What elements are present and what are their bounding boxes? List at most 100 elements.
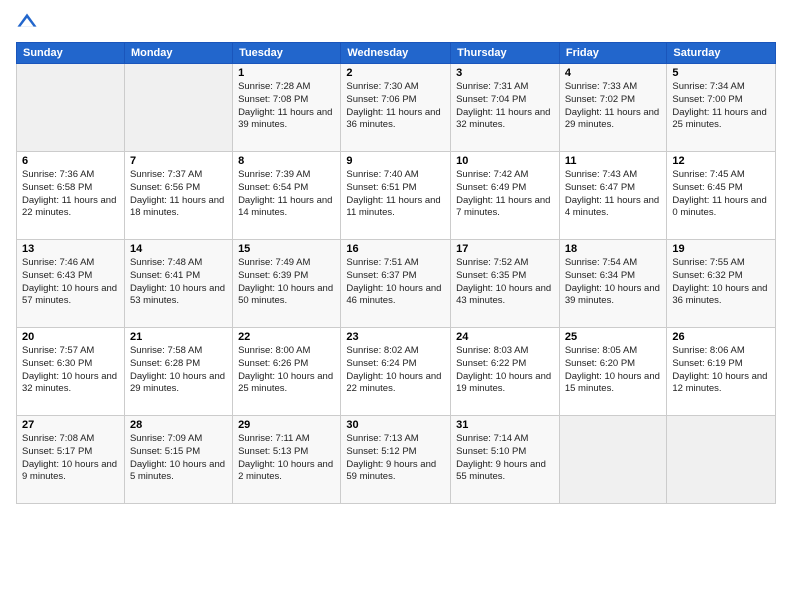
calendar-cell: 27Sunrise: 7:08 AMSunset: 5:17 PMDayligh… — [17, 416, 125, 504]
page: SundayMondayTuesdayWednesdayThursdayFrid… — [0, 0, 792, 612]
calendar-cell: 29 Sunrise: 7:11 AMSunset: 5:13 PMDayligh… — [233, 416, 341, 504]
calendar-cell — [667, 416, 776, 504]
day-number: 18 — [565, 243, 662, 255]
calendar-cell: 8 Sunrise: 7:39 AMSunset: 6:54 PMDaylight… — [233, 152, 341, 240]
weekday-header: Thursday — [451, 43, 560, 64]
calendar-cell: 18 Sunrise: 7:54 AMSunset: 6:34 PMDayligh… — [559, 240, 667, 328]
weekday-header-row: SundayMondayTuesdayWednesdayThursdayFrid… — [17, 43, 776, 64]
day-info: Sunrise: 7:31 AMSunset: 7:04 PMDaylight:… — [456, 81, 554, 132]
day-number: 1 — [238, 67, 335, 79]
day-info: Sunrise: 7:37 AMSunset: 6:56 PMDaylight:… — [130, 169, 227, 220]
weekday-header: Sunday — [17, 43, 125, 64]
calendar-cell: 3Sunrise: 7:31 AMSunset: 7:04 PMDaylight… — [451, 64, 560, 152]
day-number: 6 — [22, 155, 119, 167]
day-info: Sunrise: 7:46 AMSunset: 6:43 PMDaylight:… — [22, 257, 119, 308]
day-number: 22 — [238, 331, 335, 343]
calendar-week-row: 20Sunrise: 7:57 AMSunset: 6:30 PMDayligh… — [17, 328, 776, 416]
day-info: Sunrise: 7:49 AMSunset: 6:39 PMDaylight:… — [238, 257, 335, 308]
day-number: 19 — [672, 243, 770, 255]
calendar-cell — [17, 64, 125, 152]
day-number: 9 — [346, 155, 445, 167]
weekday-header: Wednesday — [341, 43, 451, 64]
weekday-header: Friday — [559, 43, 667, 64]
weekday-header: Monday — [124, 43, 232, 64]
day-info: Sunrise: 7:42 AMSunset: 6:49 PMDaylight:… — [456, 169, 554, 220]
day-info: Sunrise: 7:08 AMSunset: 5:17 PMDaylight:… — [22, 433, 119, 484]
day-info: Sunrise: 7:36 AMSunset: 6:58 PMDaylight:… — [22, 169, 119, 220]
day-number: 13 — [22, 243, 119, 255]
day-info: Sunrise: 7:45 AMSunset: 6:45 PMDaylight:… — [672, 169, 770, 220]
calendar-cell: 19 Sunrise: 7:55 AMSunset: 6:32 PMDayligh… — [667, 240, 776, 328]
day-info: Sunrise: 8:05 AMSunset: 6:20 PMDaylight:… — [565, 345, 662, 396]
day-number: 26 — [672, 331, 770, 343]
day-number: 5 — [672, 67, 770, 79]
calendar-cell: 13 Sunrise: 7:46 AMSunset: 6:43 PMDayligh… — [17, 240, 125, 328]
calendar-cell: 4 Sunrise: 7:33 AMSunset: 7:02 PMDaylight… — [559, 64, 667, 152]
calendar-cell: 12Sunrise: 7:45 AMSunset: 6:45 PMDayligh… — [667, 152, 776, 240]
calendar-cell: 15Sunrise: 7:49 AMSunset: 6:39 PMDayligh… — [233, 240, 341, 328]
logo — [16, 12, 42, 34]
calendar-cell: 16 Sunrise: 7:51 AMSunset: 6:37 PMDayligh… — [341, 240, 451, 328]
calendar-cell: 28Sunrise: 7:09 AMSunset: 5:15 PMDayligh… — [124, 416, 232, 504]
day-number: 23 — [346, 331, 445, 343]
day-number: 31 — [456, 419, 554, 431]
day-info: Sunrise: 7:40 AMSunset: 6:51 PMDaylight:… — [346, 169, 445, 220]
calendar-cell: 11 Sunrise: 7:43 AMSunset: 6:47 PMDayligh… — [559, 152, 667, 240]
day-info: Sunrise: 7:58 AMSunset: 6:28 PMDaylight:… — [130, 345, 227, 396]
calendar-week-row: 27Sunrise: 7:08 AMSunset: 5:17 PMDayligh… — [17, 416, 776, 504]
weekday-header: Saturday — [667, 43, 776, 64]
day-info: Sunrise: 7:39 AMSunset: 6:54 PMDaylight:… — [238, 169, 335, 220]
day-info: Sunrise: 7:57 AMSunset: 6:30 PMDaylight:… — [22, 345, 119, 396]
day-info: Sunrise: 7:13 AMSunset: 5:12 PMDaylight:… — [346, 433, 445, 484]
day-number: 17 — [456, 243, 554, 255]
day-number: 24 — [456, 331, 554, 343]
calendar-cell: 26 Sunrise: 8:06 AMSunset: 6:19 PMDayligh… — [667, 328, 776, 416]
day-info: Sunrise: 7:48 AMSunset: 6:41 PMDaylight:… — [130, 257, 227, 308]
day-info: Sunrise: 8:06 AMSunset: 6:19 PMDaylight:… — [672, 345, 770, 396]
calendar-cell: 31Sunrise: 7:14 AMSunset: 5:10 PMDayligh… — [451, 416, 560, 504]
day-info: Sunrise: 7:11 AMSunset: 5:13 PMDaylight:… — [238, 433, 335, 484]
day-info: Sunrise: 8:02 AMSunset: 6:24 PMDaylight:… — [346, 345, 445, 396]
day-number: 10 — [456, 155, 554, 167]
day-info: Sunrise: 8:03 AMSunset: 6:22 PMDaylight:… — [456, 345, 554, 396]
day-number: 14 — [130, 243, 227, 255]
calendar-cell: 9 Sunrise: 7:40 AMSunset: 6:51 PMDaylight… — [341, 152, 451, 240]
calendar-cell: 24 Sunrise: 8:03 AMSunset: 6:22 PMDayligh… — [451, 328, 560, 416]
calendar-cell: 25 Sunrise: 8:05 AMSunset: 6:20 PMDayligh… — [559, 328, 667, 416]
day-number: 30 — [346, 419, 445, 431]
day-info: Sunrise: 7:09 AMSunset: 5:15 PMDaylight:… — [130, 433, 227, 484]
calendar-cell: 21Sunrise: 7:58 AMSunset: 6:28 PMDayligh… — [124, 328, 232, 416]
day-info: Sunrise: 7:30 AMSunset: 7:06 PMDaylight:… — [346, 81, 445, 132]
calendar-cell: 30 Sunrise: 7:13 AMSunset: 5:12 PMDayligh… — [341, 416, 451, 504]
calendar-cell: 17 Sunrise: 7:52 AMSunset: 6:35 PMDayligh… — [451, 240, 560, 328]
weekday-header: Tuesday — [233, 43, 341, 64]
day-info: Sunrise: 8:00 AMSunset: 6:26 PMDaylight:… — [238, 345, 335, 396]
day-info: Sunrise: 7:33 AMSunset: 7:02 PMDaylight:… — [565, 81, 662, 132]
day-info: Sunrise: 7:43 AMSunset: 6:47 PMDaylight:… — [565, 169, 662, 220]
day-number: 16 — [346, 243, 445, 255]
header — [16, 12, 776, 34]
calendar-cell: 10 Sunrise: 7:42 AMSunset: 6:49 PMDayligh… — [451, 152, 560, 240]
calendar-cell — [559, 416, 667, 504]
calendar-cell: 20Sunrise: 7:57 AMSunset: 6:30 PMDayligh… — [17, 328, 125, 416]
calendar: SundayMondayTuesdayWednesdayThursdayFrid… — [16, 42, 776, 504]
day-number: 29 — [238, 419, 335, 431]
calendar-cell: 23 Sunrise: 8:02 AMSunset: 6:24 PMDayligh… — [341, 328, 451, 416]
calendar-cell: 14 Sunrise: 7:48 AMSunset: 6:41 PMDayligh… — [124, 240, 232, 328]
day-number: 25 — [565, 331, 662, 343]
day-info: Sunrise: 7:51 AMSunset: 6:37 PMDaylight:… — [346, 257, 445, 308]
calendar-week-row: 13 Sunrise: 7:46 AMSunset: 6:43 PMDayligh… — [17, 240, 776, 328]
day-number: 8 — [238, 155, 335, 167]
logo-icon — [16, 12, 38, 34]
day-number: 4 — [565, 67, 662, 79]
day-info: Sunrise: 7:34 AMSunset: 7:00 PMDaylight:… — [672, 81, 770, 132]
day-info: Sunrise: 7:52 AMSunset: 6:35 PMDaylight:… — [456, 257, 554, 308]
day-number: 11 — [565, 155, 662, 167]
day-number: 2 — [346, 67, 445, 79]
day-info: Sunrise: 7:28 AMSunset: 7:08 PMDaylight:… — [238, 81, 335, 132]
day-info: Sunrise: 7:54 AMSunset: 6:34 PMDaylight:… — [565, 257, 662, 308]
calendar-cell: 5 Sunrise: 7:34 AMSunset: 7:00 PMDaylight… — [667, 64, 776, 152]
day-info: Sunrise: 7:55 AMSunset: 6:32 PMDaylight:… — [672, 257, 770, 308]
calendar-cell: 2 Sunrise: 7:30 AMSunset: 7:06 PMDaylight… — [341, 64, 451, 152]
calendar-cell — [124, 64, 232, 152]
